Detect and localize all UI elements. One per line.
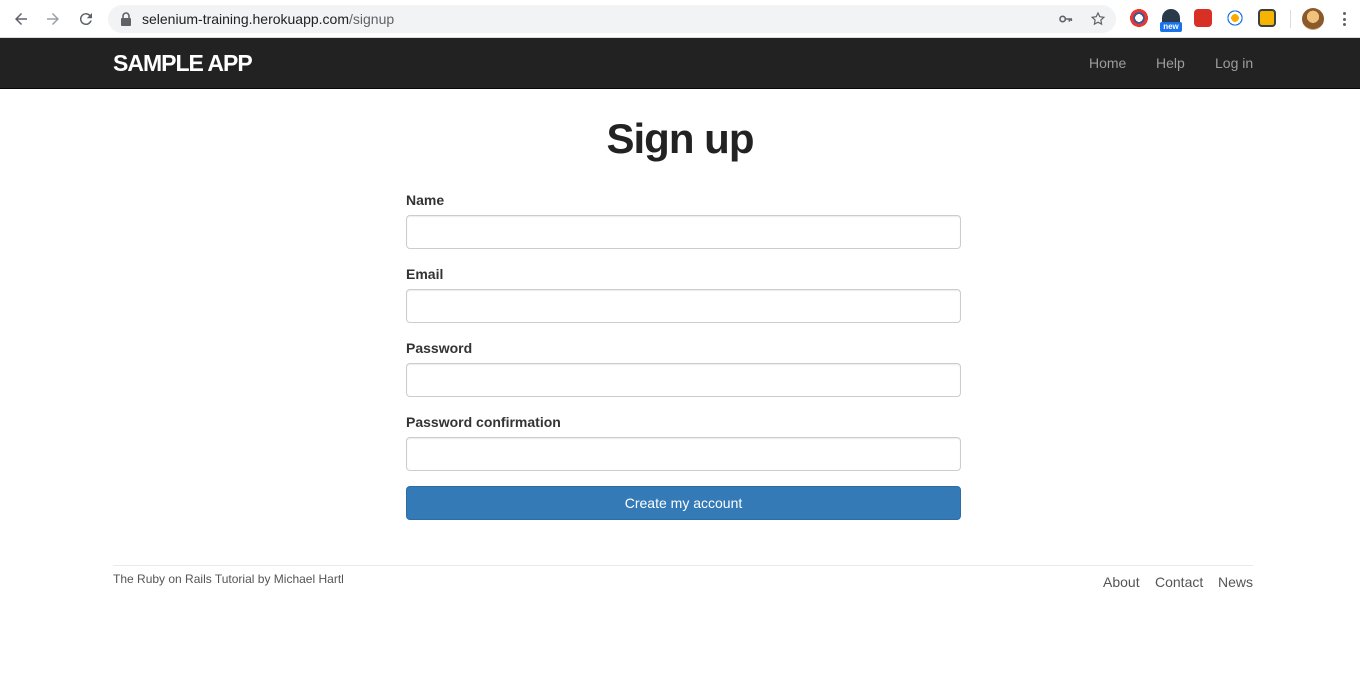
footer-contact-link[interactable]: Contact [1155,574,1203,590]
password-group: Password [406,340,961,397]
key-icon[interactable] [1058,11,1074,27]
site-header: SAMPLE APP Home Help Log in [0,38,1360,89]
browser-toolbar: selenium-training.herokuapp.com/signup n… [0,0,1360,38]
back-arrow-icon[interactable] [10,8,32,30]
nav-help-link[interactable]: Help [1156,55,1185,71]
email-group: Email [406,266,961,323]
url-path: /signup [349,11,395,27]
forward-arrow-icon[interactable] [42,8,64,30]
nav-home-link[interactable]: Home [1089,55,1126,71]
footer-about-link[interactable]: About [1103,574,1140,590]
footer-credit: The Ruby on Rails Tutorial by Michael Ha… [113,572,344,586]
bookmark-star-icon[interactable] [1090,11,1106,27]
name-label: Name [406,192,445,208]
url-host: selenium-training.herokuapp.com [142,11,349,27]
logo[interactable]: SAMPLE APP [113,50,253,77]
footer-divider [113,565,1253,566]
password-confirmation-group: Password confirmation [406,414,961,471]
email-input[interactable] [406,289,961,323]
name-group: Name [406,192,961,249]
email-label: Email [406,266,444,282]
reload-icon[interactable] [75,8,97,30]
rails-tutorial-link[interactable]: Ruby on Rails Tutorial [137,572,254,586]
url-text: selenium-training.herokuapp.com/signup [142,11,394,27]
password-confirmation-input[interactable] [406,437,961,471]
page-title: Sign up [606,115,755,162]
toolbar-separator [1290,10,1291,28]
password-label: Password [406,340,473,356]
password-input[interactable] [406,363,961,397]
extension-1-icon[interactable] [1130,9,1148,27]
extension-4-icon[interactable] [1226,9,1244,27]
address-bar[interactable]: selenium-training.herokuapp.com/signup [108,5,1116,33]
nav-login-link[interactable]: Log in [1215,55,1253,71]
signup-form: Name Email Password Password confirmatio… [406,192,961,520]
browser-menu-icon[interactable] [1336,10,1352,28]
extension-3-icon[interactable] [1194,9,1212,27]
extension-5-icon[interactable] [1258,9,1276,27]
profile-avatar[interactable] [1302,8,1324,30]
footer-by: by [257,572,271,586]
author-link[interactable]: Michael Hartl [274,572,344,586]
extension-new-badge: new [1160,22,1182,32]
create-account-button[interactable]: Create my account [406,486,961,520]
name-input[interactable] [406,215,961,249]
lock-icon [121,12,131,26]
footer-prefix: The [113,572,134,586]
password-confirmation-label: Password confirmation [406,414,561,430]
footer-news-link[interactable]: News [1218,574,1253,590]
